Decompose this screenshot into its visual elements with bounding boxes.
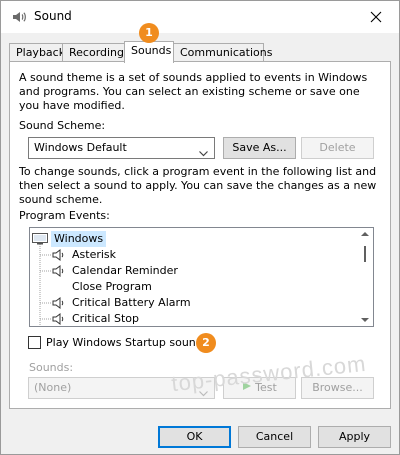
tab-communications[interactable]: Communications (173, 43, 272, 62)
close-icon (370, 11, 382, 23)
list-item-label: Asterisk (72, 248, 117, 261)
save-as-button[interactable]: Save As... (223, 137, 296, 159)
sound-scheme-label: Sound Scheme: (19, 119, 106, 132)
speaker-icon (52, 249, 66, 266)
sounds-label: Sounds: (29, 361, 74, 374)
sound-scheme-select[interactable]: Windows Default (28, 137, 215, 159)
tab-recording[interactable]: Recording (62, 43, 125, 62)
tab-playback[interactable]: Playback (9, 43, 65, 62)
speaker-icon (11, 9, 27, 25)
startup-sound-checkbox[interactable] (28, 336, 41, 349)
window-title: Sound (34, 9, 72, 23)
startup-sound-label[interactable]: Play Windows Startup sound (46, 336, 203, 350)
apply-button[interactable]: Apply (318, 426, 391, 448)
close-button[interactable] (353, 1, 399, 33)
list-item-label: Critical Battery Alarm (72, 296, 191, 309)
list-item-label: Calendar Reminder (72, 264, 178, 277)
tab-sounds[interactable]: Sounds (124, 41, 174, 63)
list-item-label: Windows (51, 231, 107, 247)
sound-dialog: Sound Playback Recording Sounds Communic… (0, 0, 400, 455)
computer-icon (32, 233, 48, 250)
step-badge-1: 1 (139, 23, 159, 43)
events-description: To change sounds, click a program event … (19, 165, 377, 206)
list-item-label: Close Program (72, 280, 152, 293)
sound-scheme-value: Windows Default (34, 141, 127, 154)
chevron-down-icon (199, 144, 208, 164)
title-bar: Sound (1, 1, 399, 33)
scroll-thumb (364, 246, 366, 262)
speaker-icon (52, 313, 66, 326)
list-scrollbar[interactable] (357, 228, 373, 326)
program-events-label: Program Events: (19, 209, 110, 222)
speaker-icon (52, 297, 66, 314)
delete-button[interactable]: Delete (301, 137, 374, 159)
theme-description: A sound theme is a set of sounds applied… (19, 71, 368, 112)
cancel-button[interactable]: Cancel (238, 426, 311, 448)
speaker-icon (52, 265, 66, 282)
step-badge-2: 2 (196, 333, 216, 353)
program-events-list[interactable]: Windows Asterisk Calendar Reminder Close… (29, 227, 374, 327)
list-item-label: Critical Stop (72, 312, 139, 325)
scroll-down-icon (361, 318, 369, 322)
sounds-value: (None) (34, 381, 72, 394)
scroll-up-icon (361, 232, 369, 236)
ok-button[interactable]: OK (158, 426, 231, 448)
